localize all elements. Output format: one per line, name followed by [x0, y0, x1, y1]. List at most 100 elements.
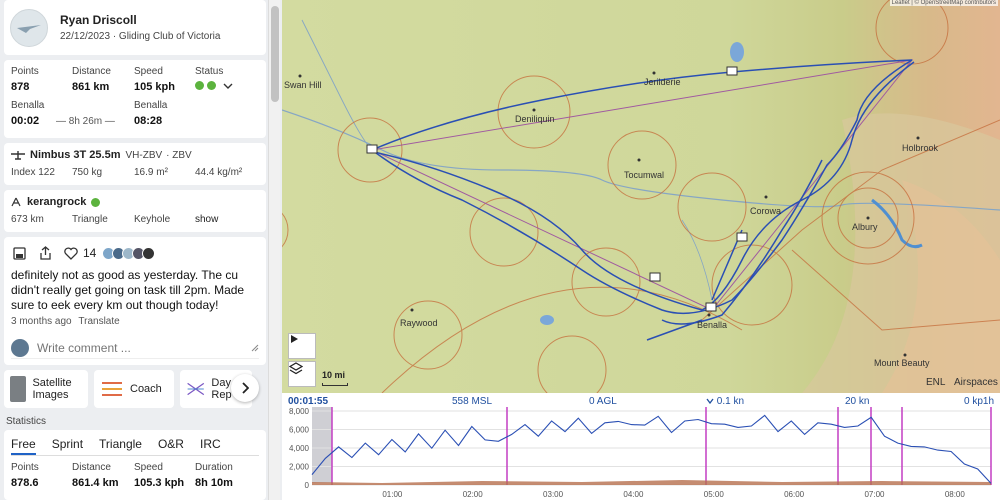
status-indicator[interactable]: [195, 81, 233, 90]
flight-map[interactable]: Swan Hill Deniliquin Jerilderie Tocumwal…: [282, 0, 1000, 393]
landing-time: 08:28: [134, 115, 163, 127]
altitude-line: [311, 414, 992, 484]
satellite-label: Satellite Images: [32, 377, 72, 401]
task-sector: Keyhole: [134, 214, 171, 225]
pilot-name[interactable]: Ryan Driscoll: [60, 13, 220, 27]
map-attribution[interactable]: Leaflet | © OpenStreetMap contributors: [889, 0, 998, 6]
coach-button[interactable]: Coach: [94, 370, 174, 408]
enl-toggle[interactable]: ENL: [926, 377, 945, 388]
task-icon: [11, 197, 21, 207]
stat-duration-value: 8h 10m: [195, 477, 233, 489]
user-avatar: [11, 338, 29, 357]
scale-bar: [322, 383, 348, 386]
place-label: Corowa: [750, 206, 782, 216]
statistics-tabs: Free Sprint Triangle O&R IRC: [11, 434, 259, 456]
glider-index: Index 122: [11, 167, 55, 178]
scrollbar-thumb[interactable]: [271, 6, 279, 102]
save-icon[interactable]: [11, 245, 27, 261]
task-markers: [331, 407, 992, 485]
flight-comment: definitely not as good as yesterday. The…: [11, 268, 245, 312]
coach-label: Coach: [130, 383, 162, 395]
place-label: Jerilderie: [644, 77, 681, 87]
layers-icon: [289, 362, 303, 375]
glider-wing-loading: 44.4 kg/m²: [195, 167, 243, 178]
day-report-icon: [187, 382, 205, 396]
y-tick-label: 8,000: [289, 407, 310, 416]
write-comment-row: [11, 337, 259, 359]
x-axis-ticks: 01:00 02:00 03:00 04:00 05:00 06:00 07:00 08:00: [382, 490, 965, 499]
stat-duration-label: Duration: [195, 462, 233, 473]
tab-free[interactable]: Free: [11, 434, 36, 455]
status-label: Status: [195, 66, 224, 77]
task-distance: 673 km: [11, 214, 44, 225]
place-label: Deniliquin: [515, 114, 555, 124]
map-scale: 10 mi: [322, 370, 346, 380]
stat-points-value: 878.6: [11, 477, 39, 489]
layers-button[interactable]: [288, 361, 316, 387]
takeoff-time: 00:02: [11, 115, 40, 127]
pilot-card[interactable]: Ryan Driscoll 22/12/2023 · Gliding Club …: [4, 0, 266, 55]
x-tick-label: 06:00: [784, 490, 805, 499]
resize-handle-icon[interactable]: [251, 344, 259, 352]
task-show-link[interactable]: show: [195, 214, 218, 225]
y-axis-ticks: 8,000 6,000 4,000 2,000 0: [289, 407, 310, 490]
x-tick-label: 01:00: [382, 490, 403, 499]
y-tick-label: 4,000: [289, 444, 310, 453]
place-label: Holbrook: [902, 143, 939, 153]
speed-label: Speed: [134, 66, 163, 77]
points-label: Points: [11, 66, 39, 77]
glider-card[interactable]: Nimbus 3T 25.5m VH-ZBV · ZBV Index 122 7…: [4, 143, 266, 185]
place-label: Mount Beauty: [874, 358, 930, 368]
place-label: Albury: [852, 222, 878, 232]
tab-or[interactable]: O&R: [158, 434, 184, 455]
glider-comp-id: · ZBV: [166, 149, 192, 161]
flight-stats-card: Points 878 Distance 861 km Speed 105 kph…: [4, 60, 266, 138]
y-tick-label: 6,000: [289, 426, 310, 435]
statistics-card: Free Sprint Triangle O&R IRC Points 878.…: [4, 430, 266, 500]
liker-avatar[interactable]: [142, 246, 156, 260]
stat-distance-label: Distance: [72, 462, 111, 473]
x-tick-label: 05:00: [704, 490, 725, 499]
x-tick-label: 02:00: [463, 490, 484, 499]
barogram-chart[interactable]: 8,000 6,000 4,000 2,000 0 01:00 02:00 03:00 04:…: [282, 393, 1000, 500]
tab-irc[interactable]: IRC: [200, 434, 221, 455]
speed-value: 105 kph: [134, 81, 175, 93]
x-tick-label: 07:00: [864, 490, 885, 499]
distance-label: Distance: [72, 66, 111, 77]
play-button[interactable]: [288, 333, 316, 359]
distance-value: 861 km: [72, 81, 110, 93]
translate-link[interactable]: Translate: [78, 316, 119, 327]
tab-triangle[interactable]: Triangle: [99, 434, 142, 455]
task-type: Triangle: [72, 214, 108, 225]
place-label: Raywood: [400, 318, 438, 328]
flight-date-club[interactable]: 22/12/2023 · Gliding Club of Victoria: [60, 31, 220, 42]
landing-place: Benalla: [134, 100, 168, 111]
takeoff-place: Benalla: [11, 100, 45, 111]
carousel-next-button[interactable]: [231, 374, 259, 402]
like-count[interactable]: 14: [83, 246, 96, 260]
heart-icon[interactable]: [63, 245, 79, 261]
flight-duration: — 8h 26m —: [56, 116, 115, 127]
airspaces-toggle[interactable]: Airspaces: [954, 377, 998, 388]
barogram-panel[interactable]: 00:01:55 558 MSL 0 AGL 0.1 kn 20 kn 0 kp…: [282, 393, 1000, 500]
terrain-profile: [312, 480, 991, 485]
comment-input[interactable]: [37, 340, 237, 355]
glider-avatar[interactable]: [10, 8, 48, 47]
share-icon[interactable]: [37, 245, 53, 261]
status-dot-icon: [195, 81, 204, 90]
tab-sprint[interactable]: Sprint: [52, 434, 83, 455]
task-name[interactable]: kerangrock: [27, 196, 86, 208]
x-tick-label: 03:00: [543, 490, 564, 499]
flight-sidebar: Ryan Driscoll 22/12/2023 · Gliding Club …: [0, 0, 282, 500]
task-card[interactable]: kerangrock 673 km Triangle Keyhole show: [4, 190, 266, 232]
stat-speed-label: Speed: [134, 462, 163, 473]
map-canvas[interactable]: [282, 0, 1000, 393]
satellite-images-button[interactable]: Satellite Images: [4, 370, 88, 408]
chevron-down-icon[interactable]: [223, 82, 233, 90]
glider-mass: 750 kg: [72, 167, 103, 178]
points-value: 878: [11, 81, 30, 93]
y-tick-label: 2,000: [289, 463, 310, 472]
tools-carousel: Satellite Images Coach Day Rep: [4, 370, 266, 412]
chevron-right-icon: [242, 382, 249, 394]
sidebar-scrollbar[interactable]: [268, 0, 280, 500]
